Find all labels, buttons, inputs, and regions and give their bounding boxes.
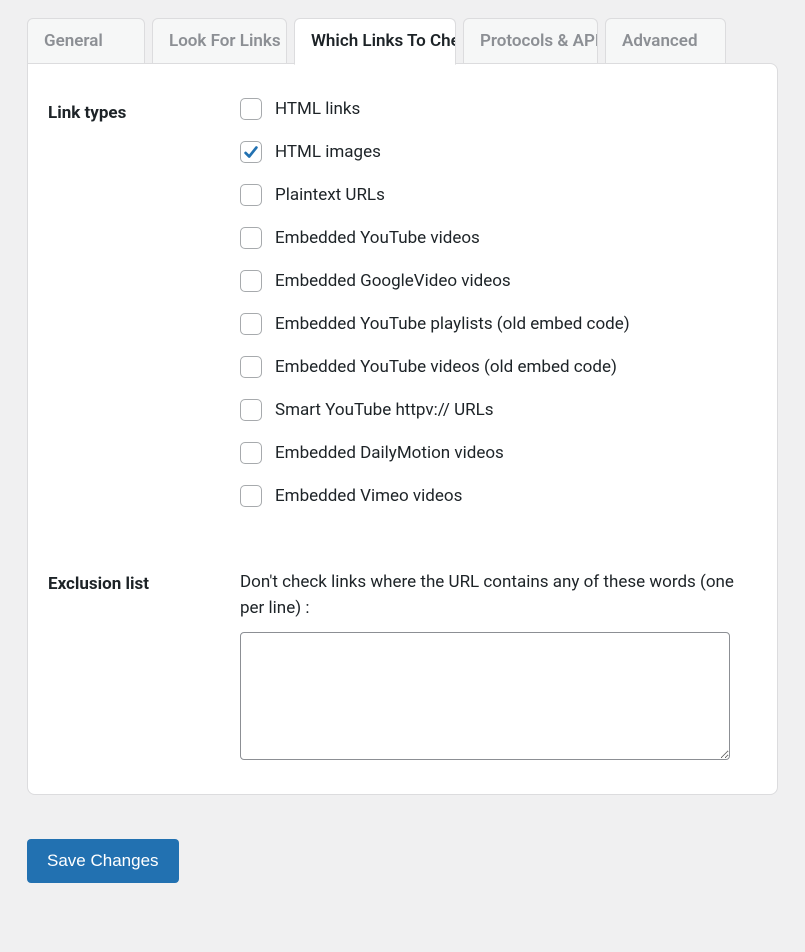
link-types-options: HTML links HTML images Plaintext URLs Embed… <box>240 98 757 507</box>
checkbox-row[interactable]: Embedded GoogleVideo videos <box>240 270 757 292</box>
link-types-label: Link types <box>48 98 240 123</box>
checkbox-row[interactable]: Embedded Vimeo videos <box>240 485 757 507</box>
checkbox-row[interactable]: Plaintext URLs <box>240 184 757 206</box>
tabs-bar: General Look For Links In Which Links To… <box>27 18 778 64</box>
checkbox-label: Plaintext URLs <box>275 185 385 205</box>
checkbox-icon[interactable] <box>240 485 262 507</box>
checkbox-row[interactable]: Embedded YouTube videos (old embed code) <box>240 356 757 378</box>
checkbox-row[interactable]: Smart YouTube httpv:// URLs <box>240 399 757 421</box>
checkbox-icon[interactable] <box>240 313 262 335</box>
checkbox-icon[interactable] <box>240 227 262 249</box>
save-button[interactable]: Save Changes <box>27 839 179 883</box>
checkbox-icon[interactable] <box>240 399 262 421</box>
checkbox-label: Smart YouTube httpv:// URLs <box>275 400 494 420</box>
tab-protocols-apis[interactable]: Protocols & APIs <box>463 18 598 64</box>
checkbox-label: Embedded GoogleVideo videos <box>275 271 511 291</box>
checkbox-icon[interactable] <box>240 98 262 120</box>
checkbox-label: HTML links <box>275 99 360 119</box>
checkbox-row[interactable]: Embedded YouTube videos <box>240 227 757 249</box>
checkbox-icon[interactable] <box>240 442 262 464</box>
tab-advanced[interactable]: Advanced <box>605 18 726 64</box>
exclusion-list-label: Exclusion list <box>48 569 240 594</box>
checkbox-icon[interactable] <box>240 270 262 292</box>
checkbox-label: Embedded Vimeo videos <box>275 486 462 506</box>
checkbox-icon[interactable] <box>240 184 262 206</box>
checkbox-label: Embedded YouTube videos <box>275 228 480 248</box>
tab-look-for-links[interactable]: Look For Links In <box>152 18 287 64</box>
checkbox-row[interactable]: Embedded DailyMotion videos <box>240 442 757 464</box>
tab-general[interactable]: General <box>27 18 145 64</box>
checkbox-row[interactable]: HTML images <box>240 141 757 163</box>
tab-which-links-to-check[interactable]: Which Links To Check <box>294 18 456 65</box>
exclusion-list-content: Don't check links where the URL contains… <box>240 569 757 764</box>
exclusion-list-description: Don't check links where the URL contains… <box>240 569 757 622</box>
exclusion-list-row: Exclusion list Don't check links where t… <box>48 569 757 764</box>
checkbox-icon[interactable] <box>240 356 262 378</box>
exclusion-list-textarea[interactable] <box>240 632 730 760</box>
checkbox-label: Embedded DailyMotion videos <box>275 443 504 463</box>
link-types-row: Link types HTML links HTML images Plaintex… <box>48 98 757 507</box>
checkbox-label: Embedded YouTube videos (old embed code) <box>275 357 617 377</box>
checkbox-row[interactable]: Embedded YouTube playlists (old embed co… <box>240 313 757 335</box>
checkbox-label: HTML images <box>275 142 381 162</box>
checkbox-icon[interactable] <box>240 141 262 163</box>
settings-panel: Link types HTML links HTML images Plaintex… <box>27 63 778 795</box>
checkbox-label: Embedded YouTube playlists (old embed co… <box>275 314 630 334</box>
checkbox-row[interactable]: HTML links <box>240 98 757 120</box>
